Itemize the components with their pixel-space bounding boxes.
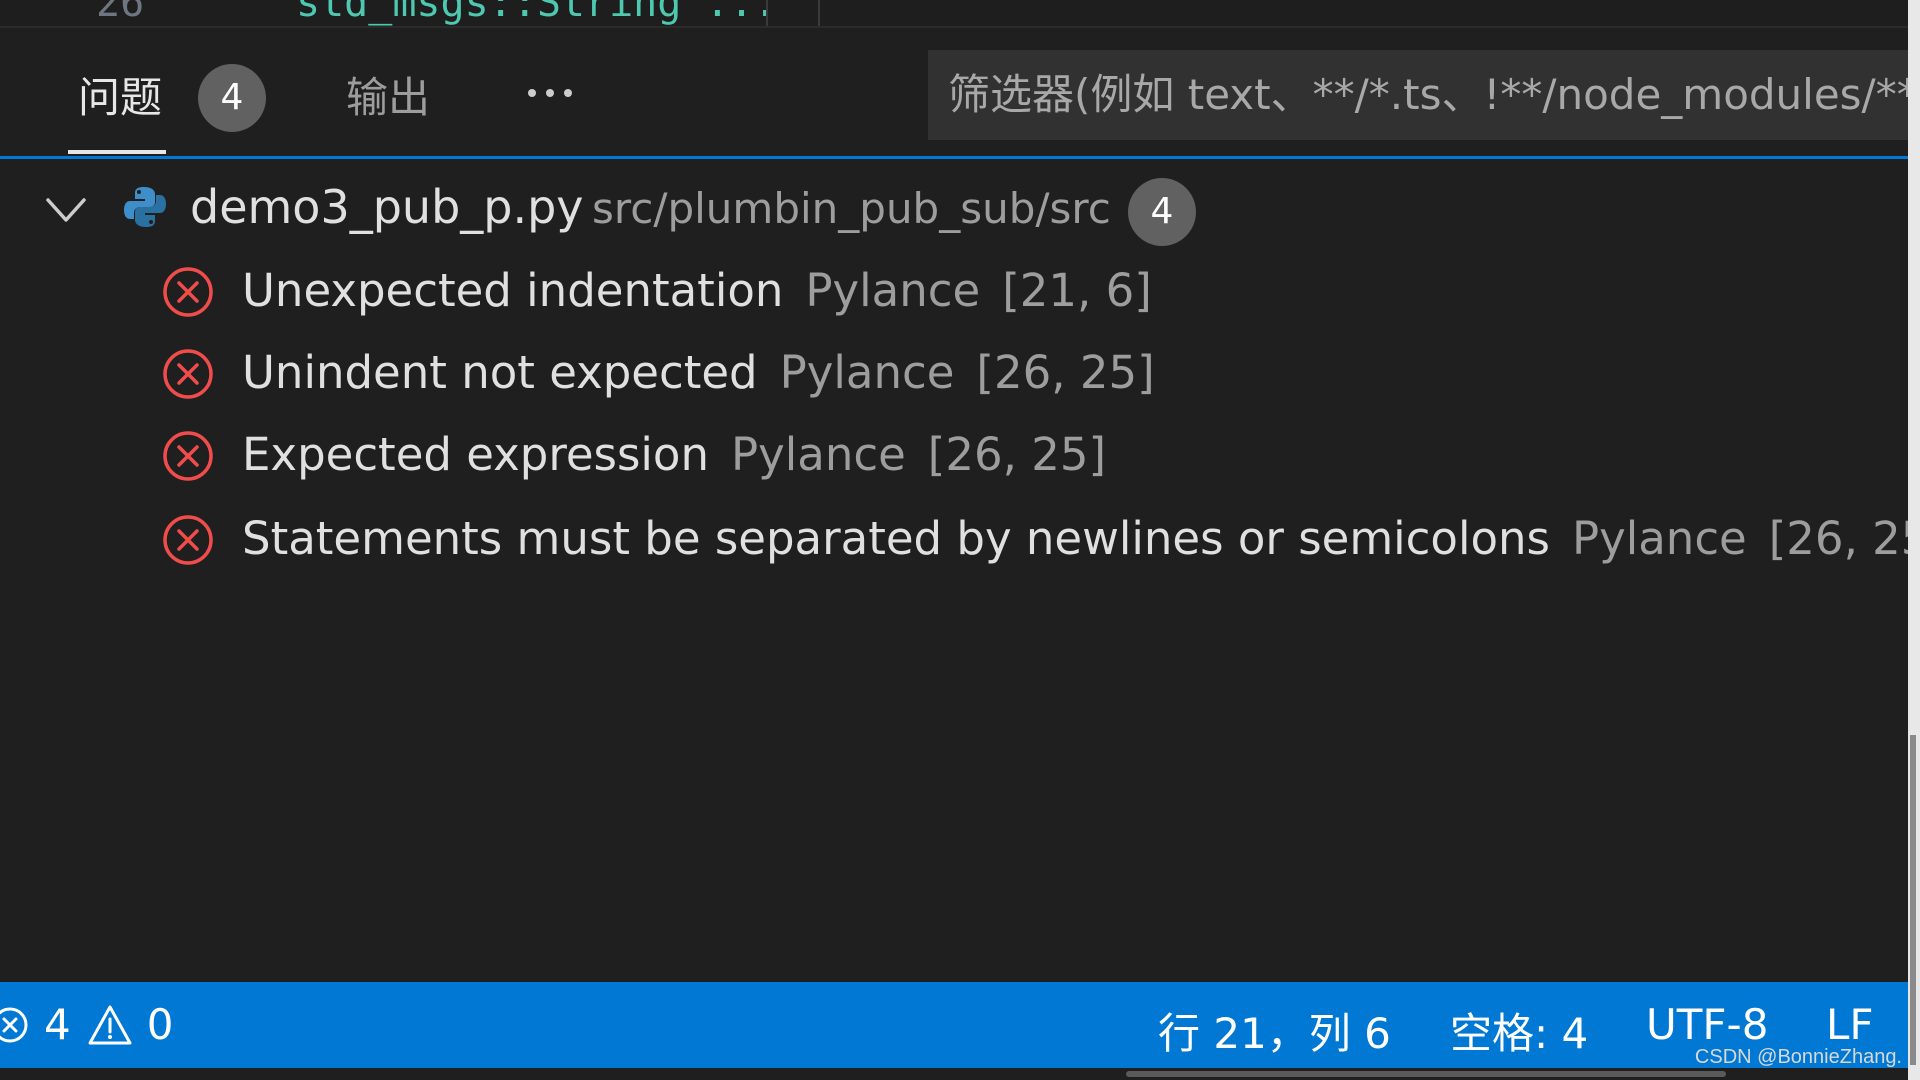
watermark: CSDN @BonnieZhang. — [1694, 1046, 1902, 1068]
problem-source: Pylance — [1571, 512, 1747, 565]
error-icon — [163, 349, 213, 399]
active-tab-indicator — [68, 150, 166, 154]
vertical-scrollbar[interactable] — [1910, 735, 1916, 1065]
tab-output[interactable]: 输出 — [346, 64, 430, 125]
vscode-window: 26 std_msgs::String ... 问题 4 输出 筛选器(例如 t… — [0, 0, 1920, 1080]
file-path: src/plumbin_pub_sub/src — [592, 184, 1111, 233]
problem-position: [21, 6] — [1002, 264, 1152, 317]
warning-status: 0 — [87, 1000, 174, 1049]
error-icon — [163, 515, 213, 565]
file-group-row[interactable]: demo3_pub_p.py src/plumbin_pub_sub/src 4 — [0, 170, 1908, 250]
problem-source: Pylance — [731, 428, 906, 481]
problem-message: Unindent not expected — [242, 346, 758, 399]
cursor-position[interactable]: 行 21，列 6 — [1158, 1000, 1391, 1061]
tab-problems[interactable]: 问题 — [78, 64, 162, 125]
file-name: demo3_pub_p.py — [190, 180, 584, 234]
panel-header: 问题 4 输出 筛选器(例如 text、**/*.ts、!**/node_mod… — [0, 28, 1908, 159]
problem-position: [26, 25] — [976, 346, 1155, 399]
problem-text: Unexpected indentation Pylance [21, 6] — [242, 264, 1152, 317]
problem-message: Unexpected indentation — [242, 264, 784, 317]
ruler — [766, 0, 768, 26]
problem-position: [26, 25] — [1768, 512, 1920, 565]
error-icon — [163, 267, 213, 317]
problem-text: Statements must be separated by newlines… — [242, 512, 1920, 565]
file-problem-count-badge: 4 — [1128, 178, 1196, 246]
problem-source: Pylance — [805, 264, 981, 317]
problems-status[interactable]: 4 0 — [0, 1000, 173, 1049]
python-icon — [124, 187, 166, 227]
error-status-icon — [0, 1007, 28, 1042]
error-icon — [163, 431, 213, 481]
dot — [564, 89, 572, 97]
problem-message: Expected expression — [242, 428, 709, 481]
problem-item[interactable]: Unexpected indentation Pylance [21, 6] — [0, 252, 1908, 332]
problem-item[interactable]: Expected expression Pylance [26, 25] — [0, 416, 1908, 496]
problem-position: [26, 25] — [927, 428, 1107, 481]
indentation-setting[interactable]: 空格: 4 — [1450, 1000, 1588, 1061]
error-count: 4 — [44, 1000, 71, 1049]
filter-input[interactable]: 筛选器(例如 text、**/*.ts、!**/node_modules/**) — [928, 50, 1908, 140]
ruler — [818, 0, 820, 26]
problem-source: Pylance — [779, 346, 955, 399]
problem-text: Unindent not expected Pylance [26, 25] — [242, 346, 1155, 399]
code-line[interactable]: std_msgs::String ... — [296, 0, 778, 26]
problem-message: Statements must be separated by newlines… — [242, 512, 1550, 565]
problem-item[interactable]: Unindent not expected Pylance [26, 25] — [0, 334, 1908, 414]
warning-count: 0 — [146, 1000, 174, 1049]
warning-icon — [88, 1005, 132, 1044]
ellipsis-icon[interactable] — [520, 68, 580, 118]
status-bar: 4 0 行 21，列 6 空格: 4 UTF-8 LF — [0, 982, 1908, 1068]
problems-count-badge: 4 — [198, 64, 266, 132]
eol-setting[interactable]: LF — [1826, 1000, 1874, 1049]
horizontal-scrollbar[interactable] — [1126, 1071, 1726, 1077]
dot — [546, 89, 554, 97]
problem-text: Expected expression Pylance [26, 25] — [242, 428, 1106, 481]
chevron-down-icon[interactable] — [44, 192, 88, 228]
line-number: 26 — [96, 0, 145, 26]
problem-item[interactable]: Statements must be separated by newlines… — [0, 500, 1920, 580]
editor-area[interactable]: 26 std_msgs::String ... — [0, 0, 1908, 28]
dot — [528, 89, 536, 97]
encoding-setting[interactable]: UTF-8 — [1646, 1000, 1768, 1049]
